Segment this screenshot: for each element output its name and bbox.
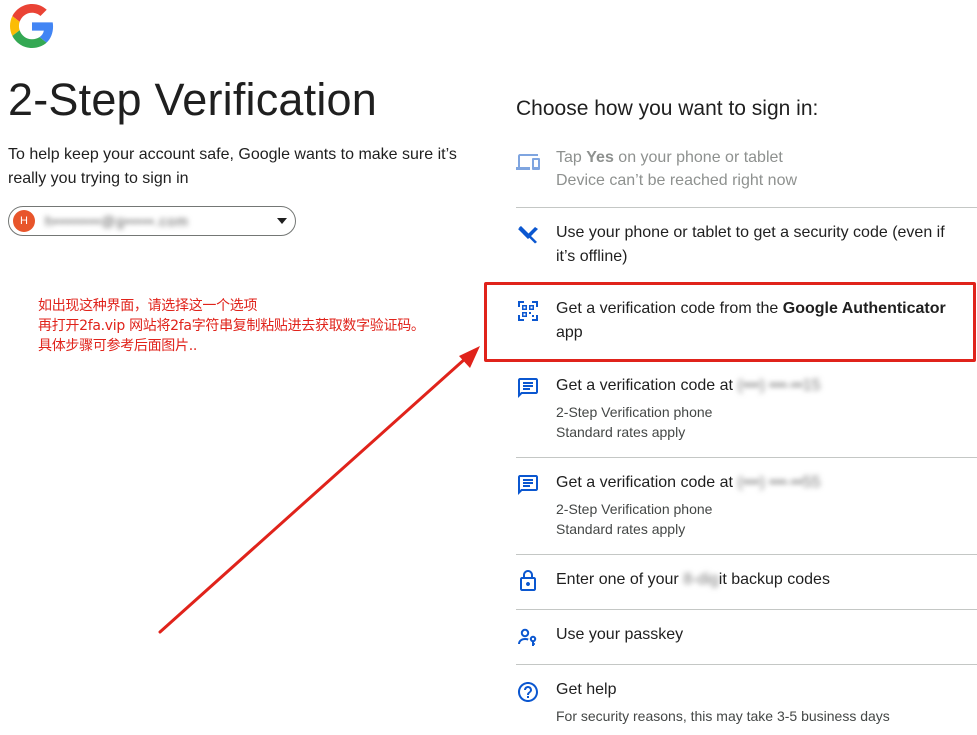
- page-subtitle: To help keep your account safe, Google w…: [8, 146, 457, 187]
- lock-icon: [520, 570, 536, 591]
- annotation-highlight-box: [484, 282, 976, 362]
- option-offline-code-label: Use your phone or tablet to get a securi…: [556, 224, 945, 265]
- option-tap-yes-status: Device can’t be reached right now: [556, 172, 798, 189]
- option-tap-yes: Tap Yes on your phone or tablet Device c…: [516, 146, 977, 206]
- blurred-phone-number: (•••) •••-••55: [737, 474, 821, 491]
- account-chooser[interactable]: H h••••••••@g•••••.com: [8, 206, 296, 236]
- divider: [516, 457, 977, 458]
- blurred-phone-number: (•••) •••-••15: [737, 377, 821, 394]
- option-passkey[interactable]: Use your passkey: [516, 623, 977, 655]
- annotation-line-2: 再打开2fa.vip 网站将2fa字符串复制粘贴进去获取数字验证码。: [38, 318, 425, 334]
- google-logo: [10, 4, 54, 48]
- option-sms-code-1-sub2: Standard rates apply: [556, 424, 686, 440]
- passkey-icon: [518, 628, 537, 646]
- devices-icon: [516, 154, 540, 170]
- blurred-digit-count: 8-dig: [683, 571, 719, 588]
- help-icon: [518, 682, 538, 702]
- option-sms-code-1[interactable]: Get a verification code at (•••) •••-••1…: [516, 374, 977, 446]
- option-get-help[interactable]: Get help For security reasons, this may …: [516, 678, 977, 730]
- option-tap-yes-label: Tap Yes on your phone or tablet: [556, 149, 783, 166]
- sms-icon: [518, 378, 538, 398]
- option-backup-codes-label: Enter one of your 8-digit backup codes: [556, 571, 830, 588]
- option-sms-code-2-sub2: Standard rates apply: [556, 521, 686, 537]
- divider: [516, 609, 977, 610]
- annotation-line-1: 如出现这种界面，请选择这一个选项: [38, 298, 258, 314]
- option-sms-code-2[interactable]: Get a verification code at (•••) •••-••5…: [516, 471, 977, 543]
- phone-offline-icon: [518, 226, 538, 244]
- page-title: 2-Step Verification: [8, 74, 378, 125]
- divider: [516, 207, 977, 208]
- option-sms-code-1-label: Get a verification code at (•••) •••-••1…: [556, 377, 821, 394]
- option-sms-code-2-label: Get a verification code at (•••) •••-••5…: [556, 474, 821, 491]
- option-sms-code-1-sub1: 2-Step Verification phone: [556, 404, 713, 420]
- annotation-note: 如出现这种界面，请选择这一个选项 再打开2fa.vip 网站将2fa字符串复制粘…: [38, 296, 425, 356]
- option-passkey-label: Use your passkey: [556, 626, 684, 643]
- avatar: H: [13, 210, 35, 232]
- choose-method-title: Choose how you want to sign in:: [516, 97, 819, 120]
- annotation-line-3: 具体步骤可参考后面图片..: [38, 338, 197, 354]
- option-get-help-label: Get help: [556, 681, 617, 698]
- divider: [516, 664, 977, 665]
- option-sms-code-2-sub1: 2-Step Verification phone: [556, 501, 713, 517]
- caret-down-icon: [277, 218, 287, 224]
- option-backup-codes[interactable]: Enter one of your 8-digit backup codes: [516, 568, 977, 600]
- account-email: h••••••••@g•••••.com: [45, 213, 189, 229]
- divider: [516, 554, 977, 555]
- option-offline-code[interactable]: Use your phone or tablet to get a securi…: [516, 221, 977, 273]
- option-get-help-sub: For security reasons, this may take 3-5 …: [556, 708, 890, 724]
- sms-icon: [518, 475, 538, 495]
